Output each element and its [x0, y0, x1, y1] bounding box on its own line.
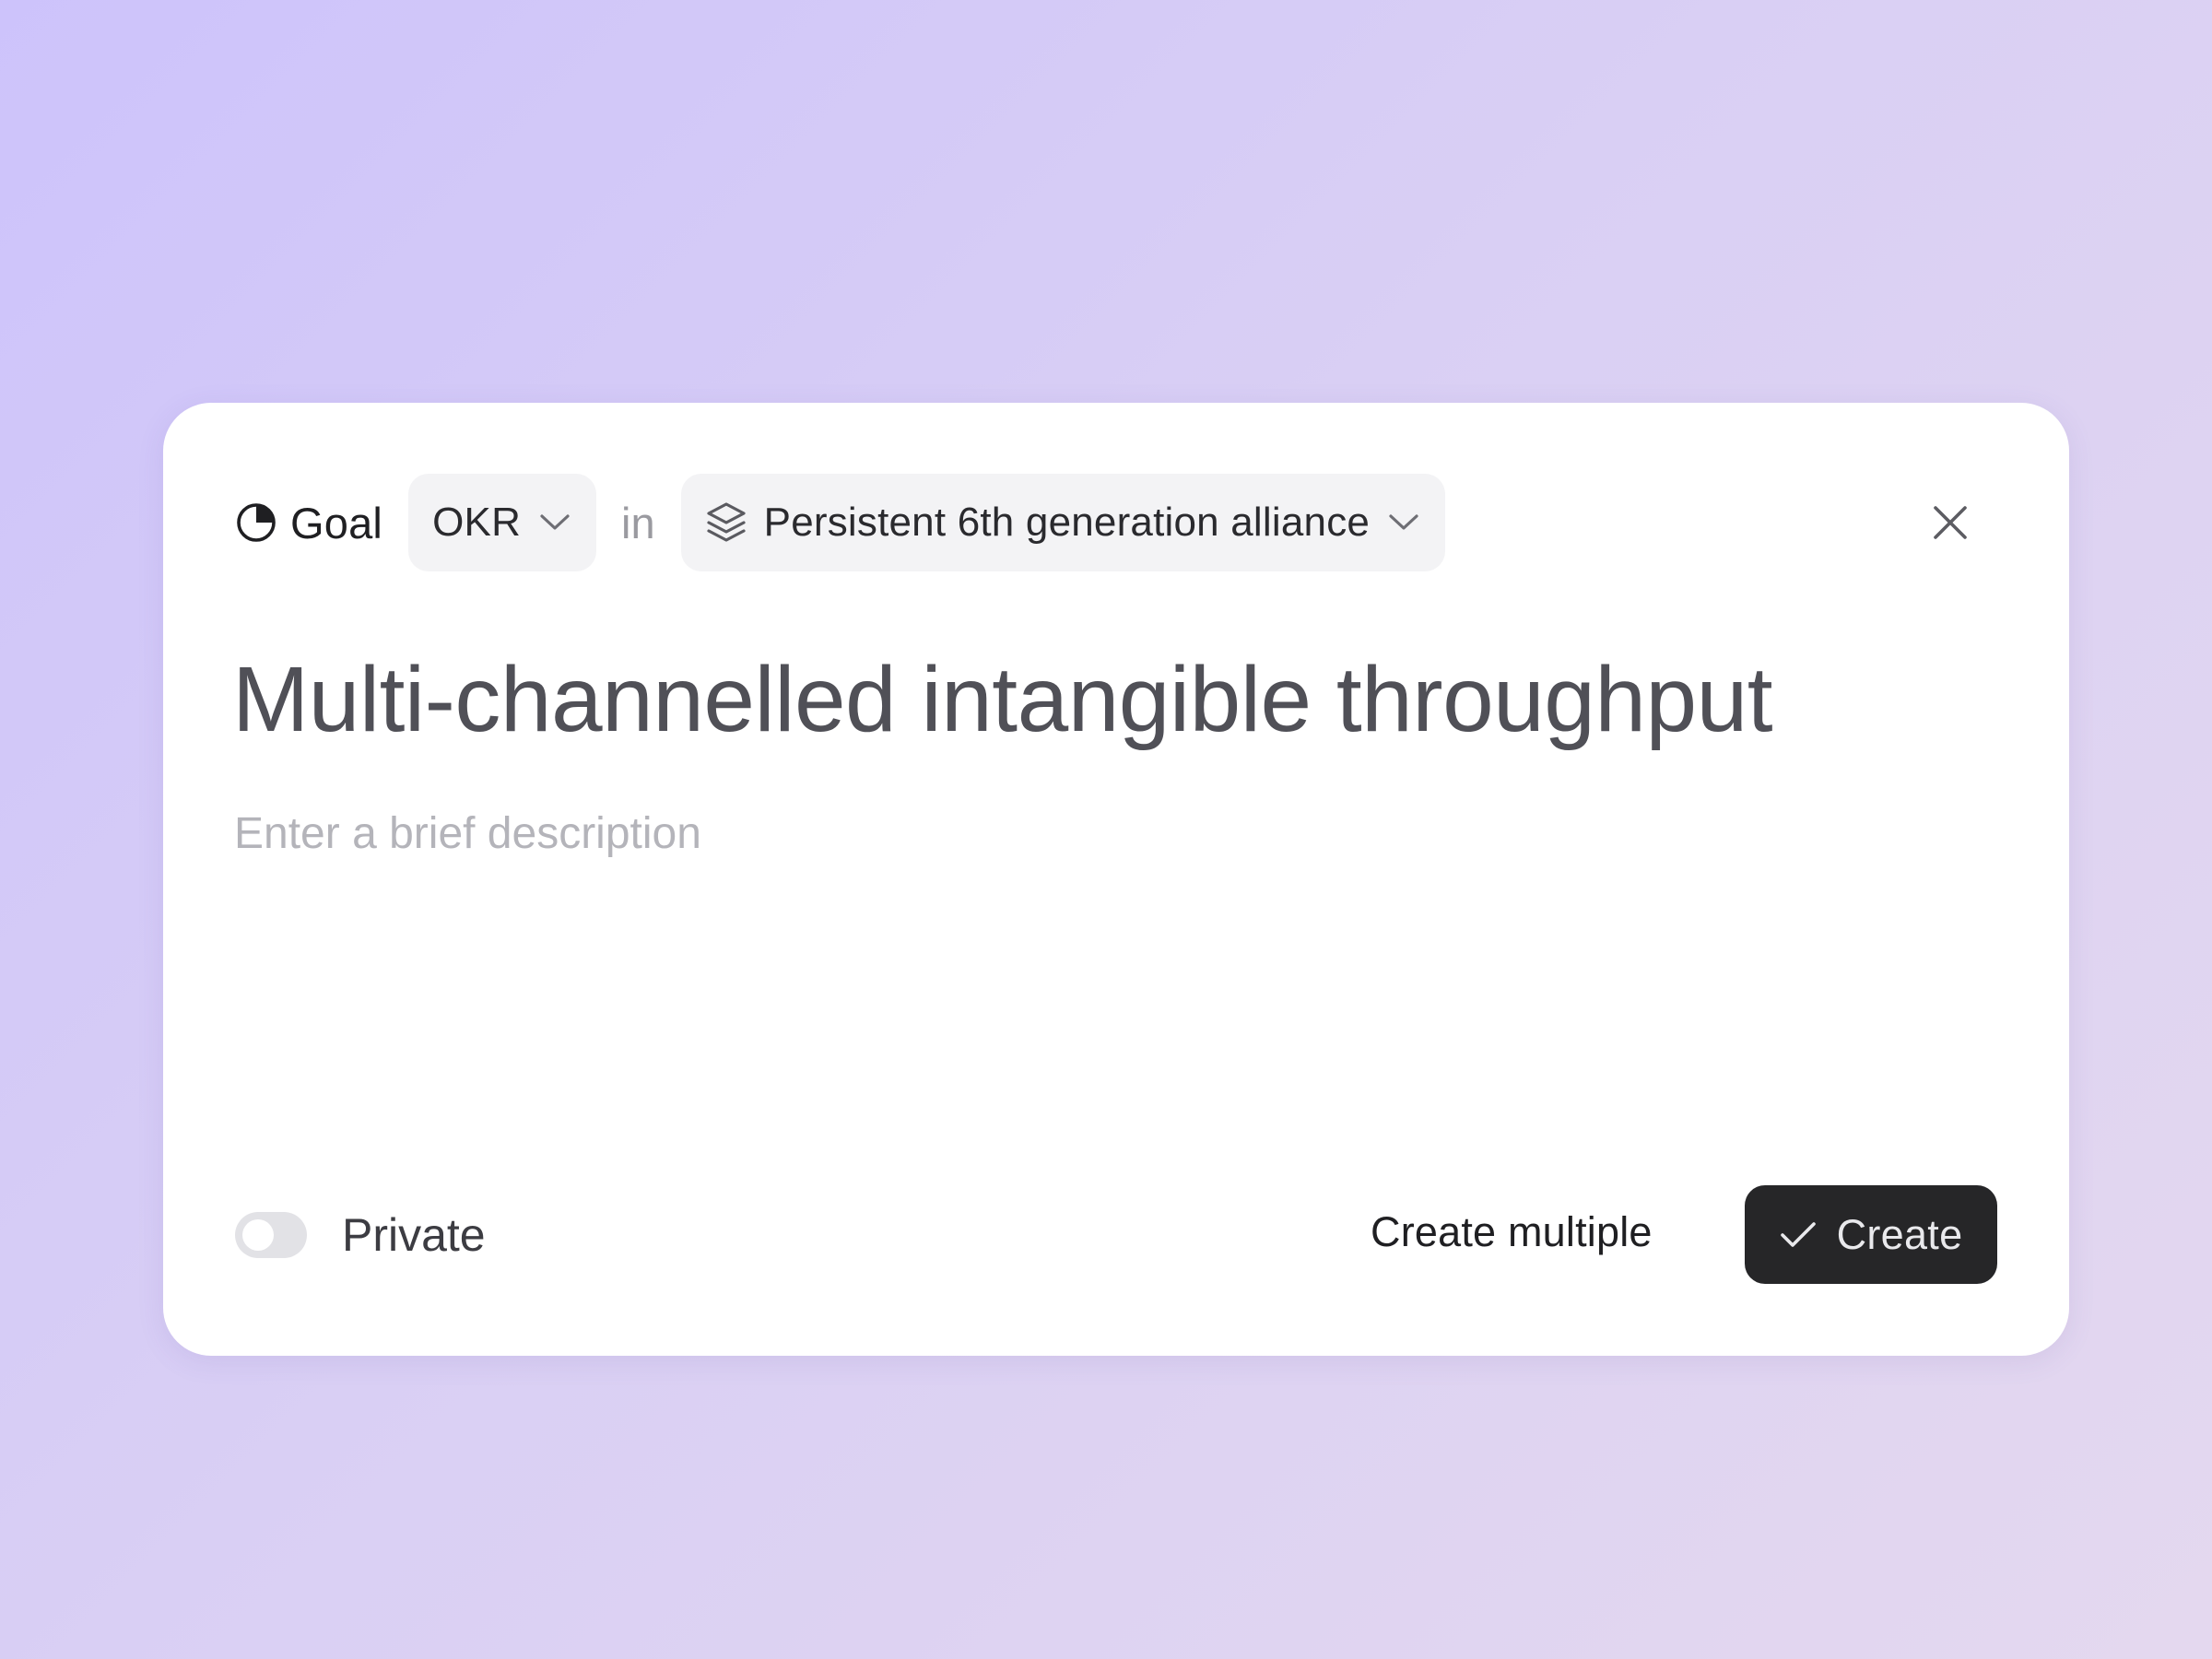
goal-type-value: OKR: [432, 500, 522, 545]
create-goal-dialog: Goal OKR in Persistent 6th generation al…: [163, 403, 2069, 1356]
project-select[interactable]: Persistent 6th generation alliance: [680, 474, 1446, 571]
private-label: Private: [342, 1209, 486, 1261]
check-icon: [1780, 1221, 1816, 1247]
private-toggle[interactable]: [235, 1212, 307, 1258]
chevron-down-icon: [1389, 514, 1418, 530]
private-toggle-group: Private: [235, 1208, 486, 1262]
layers-icon: [707, 502, 746, 542]
project-select-value: Persistent 6th generation alliance: [763, 500, 1371, 545]
description-input[interactable]: [234, 808, 1985, 859]
close-icon: [1934, 506, 1967, 539]
create-button[interactable]: Create: [1745, 1185, 1997, 1284]
chevron-down-icon: [540, 514, 570, 530]
dialog-header: Goal OKR in Persistent 6th generation al…: [235, 474, 1997, 571]
goal-title-input[interactable]: Multi-channelled intangible throughput: [232, 647, 1773, 753]
pie-chart-icon: [235, 501, 277, 544]
connector-text: in: [621, 498, 655, 547]
entity-type-label: Goal: [290, 498, 383, 547]
create-button-label: Create: [1836, 1210, 1963, 1258]
close-button[interactable]: [1925, 498, 1975, 547]
entity-type-tag: Goal: [235, 498, 382, 548]
goal-type-select[interactable]: OKR: [408, 474, 597, 571]
toggle-knob: [242, 1219, 274, 1251]
create-multiple-button[interactable]: Create multiple: [1371, 1203, 1653, 1262]
